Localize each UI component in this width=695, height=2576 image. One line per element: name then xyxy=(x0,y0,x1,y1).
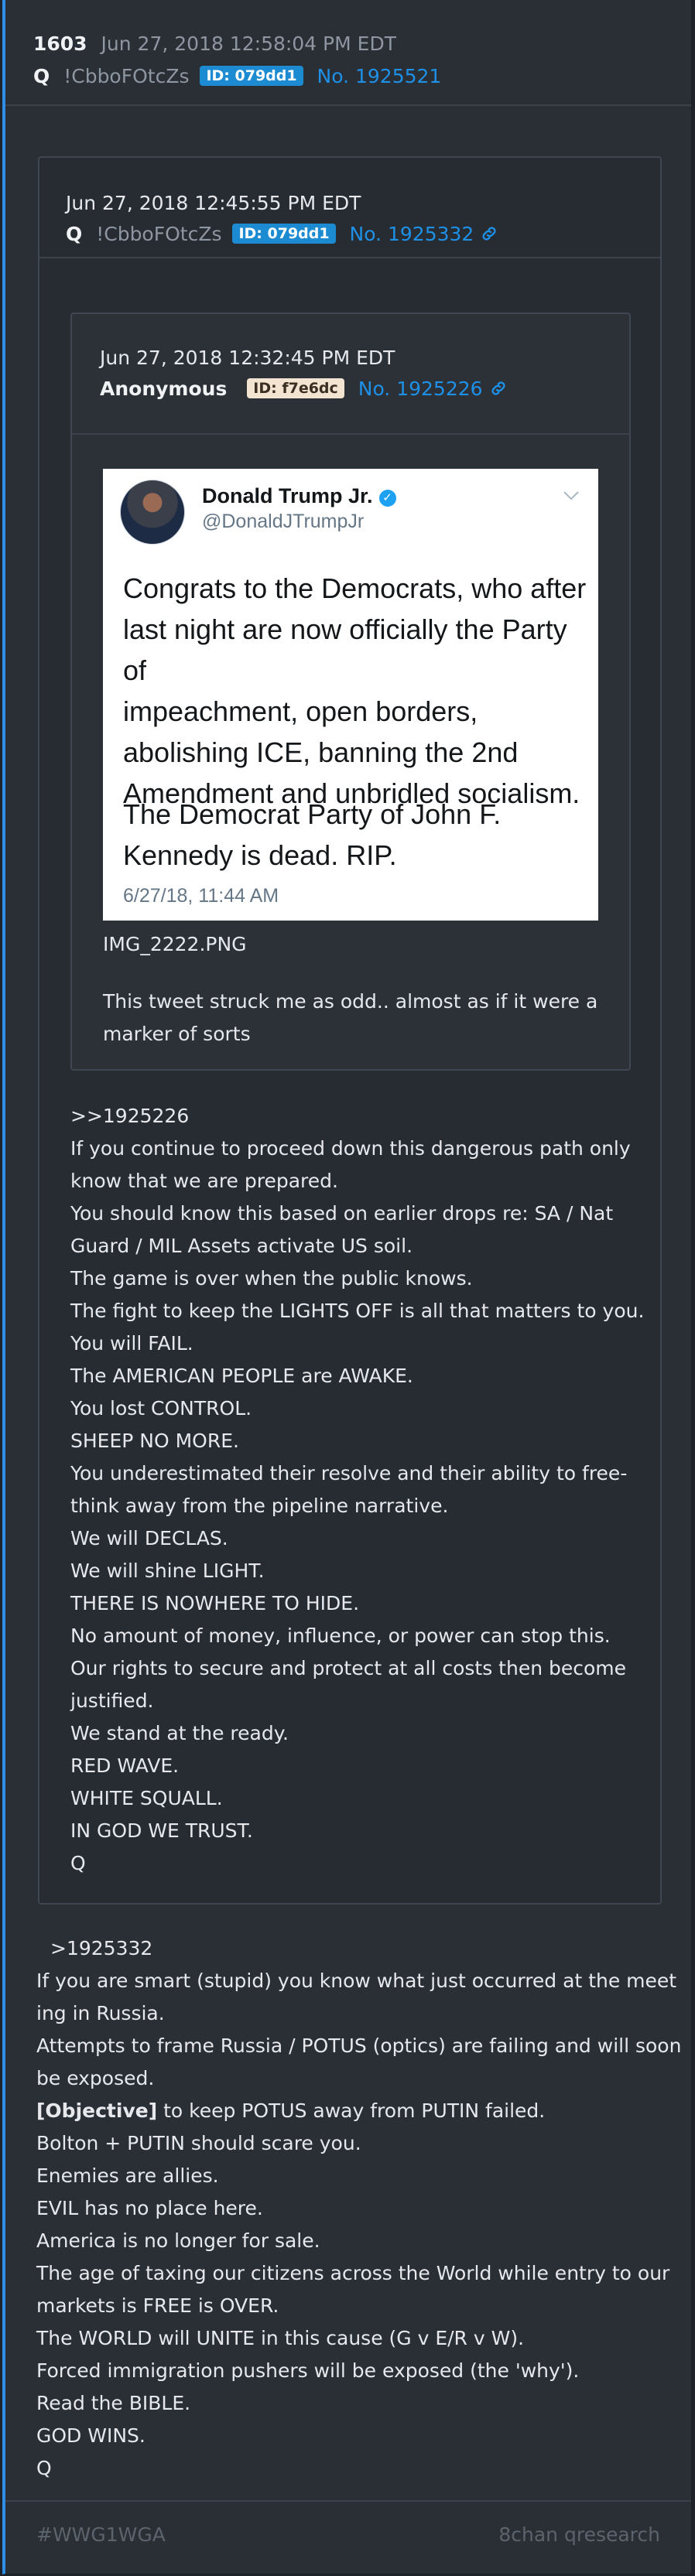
quote1-author-line: Q !CbboFOtcZs ID: 079dd1 No. 1925332 xyxy=(66,223,498,245)
tweet-line: abolishing ICE, banning the 2nd xyxy=(123,736,519,768)
quoted-post-q: Jun 27, 2018 12:45:55 PM EDT Q !CbboFOtc… xyxy=(38,156,662,1905)
quoted-post-anonymous: Jun 27, 2018 12:32:45 PM EDT Anonymous I… xyxy=(70,313,631,1071)
body-line: You should know this based on earlier dr… xyxy=(70,1202,614,1225)
tweet-date: 6/27/18, 11:44 AM xyxy=(123,885,279,907)
post-tripcode: !CbboFOtcZs xyxy=(63,65,190,87)
footer-source: 8chan qresearch xyxy=(498,2523,660,2546)
post-timestamp: Jun 27, 2018 12:58:04 PM EDT xyxy=(101,32,396,55)
body-line: Bolton + PUTIN should scare you. xyxy=(36,2132,361,2154)
body-line: We will shine LIGHT. xyxy=(70,1560,265,1582)
body-line: >>1925226 xyxy=(70,1105,190,1127)
body-line: No amount of money, influence, or power … xyxy=(70,1625,611,1647)
verified-icon: ✓ xyxy=(378,490,396,507)
tweet-line: Congrats to the Democrats, who after xyxy=(123,572,587,604)
tweet-author-name: Donald Trump Jr. xyxy=(202,484,373,507)
body-line: think away from the pipeline narrative. xyxy=(70,1495,449,1517)
body-line: The game is over when the public knows. xyxy=(70,1267,473,1290)
body-line: The fight to keep the LIGHTS OFF is all … xyxy=(70,1300,645,1322)
body-line: Enemies are allies. xyxy=(36,2164,219,2187)
main-body: >1925332 If you are smart (stupid) you k… xyxy=(36,1932,681,2485)
body-line: We will DECLAS. xyxy=(70,1527,228,1549)
quote2-number-link[interactable]: No. 1925226 xyxy=(358,378,483,400)
avatar xyxy=(120,480,185,545)
quote2-body: This tweet struck me as odd.. almost as … xyxy=(103,986,597,1051)
objective-rest: to keep POTUS away from PUTIN failed. xyxy=(157,2099,546,2122)
body-line: justified. xyxy=(70,1689,154,1712)
tweet-image[interactable]: Donald Trump Jr. ✓ @DonaldJTrumpJr Congra… xyxy=(103,469,598,921)
tweet-line: impeachment, open borders, xyxy=(123,695,478,727)
footer-hashtag: #WWG1WGA xyxy=(36,2523,166,2546)
quote2-id-badge[interactable]: ID: f7e6dc xyxy=(247,378,344,398)
body-line: SHEEP NO MORE. xyxy=(70,1430,239,1452)
tweet-line: Kennedy is dead. RIP. xyxy=(123,839,397,871)
chevron-down-icon xyxy=(563,486,580,506)
body-line: If you continue to proceed down this dan… xyxy=(70,1137,631,1160)
body-line: Read the BIBLE. xyxy=(36,2392,191,2414)
post-author-line: Q !CbboFOtcZs ID: 079dd1 No. 1925521 xyxy=(33,65,441,87)
body-line: WHITE SQUALL. xyxy=(70,1787,223,1809)
body-line: be exposed. xyxy=(36,2067,155,2089)
quote1-id-badge[interactable]: ID: 079dd1 xyxy=(232,224,336,244)
quote2-author: Anonymous xyxy=(100,378,228,400)
body-line: Q xyxy=(70,1852,86,1874)
quote2-timestamp: Jun 27, 2018 12:32:45 PM EDT xyxy=(100,347,395,369)
post-number-link[interactable]: No. 1925521 xyxy=(317,65,442,87)
quote1-divider xyxy=(39,257,660,258)
body-line: The AMERICAN PEOPLE are AWAKE. xyxy=(70,1365,413,1387)
body-line: RED WAVE. xyxy=(70,1754,180,1777)
image-filename-link[interactable]: IMG_2222.PNG xyxy=(103,933,247,955)
tweet-text-para2: The Democrat Party of John F. Kennedy is… xyxy=(123,794,587,876)
quote2-author-line: Anonymous ID: f7e6dc No. 1925226 xyxy=(100,378,508,400)
quote1-tripcode: !CbboFOtcZs xyxy=(96,223,222,245)
quote1-timestamp: Jun 27, 2018 12:45:55 PM EDT xyxy=(66,192,361,214)
tweet-text-para1: Congrats to the Democrats, who after las… xyxy=(123,568,587,814)
body-line: The age of taxing our citizens across th… xyxy=(36,2262,670,2284)
body-line: Our rights to secure and protect at all … xyxy=(70,1657,627,1679)
body-line: IN GOD WE TRUST. xyxy=(70,1819,253,1842)
body-line: Attempts to frame Russia / POTUS (optics… xyxy=(36,2034,682,2057)
body-line: GOD WINS. xyxy=(36,2424,146,2447)
tweet-line: The Democrat Party of John F. xyxy=(123,798,502,830)
header-divider xyxy=(5,104,691,106)
body-line: This tweet struck me as odd.. almost as … xyxy=(103,990,598,1013)
body-line: EVIL has no place here. xyxy=(36,2197,263,2219)
body-line: know that we are prepared. xyxy=(70,1170,338,1192)
body-line: ing in Russia. xyxy=(36,2002,165,2024)
post-header: 1603 Jun 27, 2018 12:58:04 PM EDT xyxy=(33,32,396,55)
body-line: If you are smart (stupid) you know what … xyxy=(36,1970,677,1992)
quote2-divider xyxy=(72,433,629,435)
quote1-body: >>1925226 If you continue to proceed dow… xyxy=(70,1100,644,1880)
body-line: America is no longer for sale. xyxy=(36,2229,320,2252)
post-number: 1603 xyxy=(33,32,87,55)
link-icon[interactable] xyxy=(489,378,508,400)
body-line: THERE IS NOWHERE TO HIDE. xyxy=(70,1592,360,1614)
post-author: Q xyxy=(33,65,50,87)
body-line: Forced immigration pushers will be expos… xyxy=(36,2359,580,2382)
objective-line: [Objective] to keep POTUS away from PUTI… xyxy=(36,2095,681,2127)
objective-bold: [Objective] xyxy=(36,2099,158,2122)
body-line: We stand at the ready. xyxy=(70,1722,289,1744)
footer-divider xyxy=(5,2500,691,2502)
quote1-number-link[interactable]: No. 1925332 xyxy=(350,223,474,245)
quote-reference-link[interactable]: >1925332 xyxy=(36,1932,681,1965)
body-line: markets is FREE is OVER. xyxy=(36,2294,279,2317)
tweet-line: last night are now officially the Party … xyxy=(123,613,567,686)
quote1-author: Q xyxy=(66,223,83,245)
body-line: The WORLD will UNITE in this cause (G v … xyxy=(36,2327,525,2349)
body-line: Guard / MIL Assets activate US soil. xyxy=(70,1235,413,1257)
body-line: You lost CONTROL. xyxy=(70,1397,252,1420)
body-line: marker of sorts xyxy=(103,1023,251,1045)
tweet-author-name-line: Donald Trump Jr. ✓ xyxy=(202,484,396,508)
tweet-handle: @DonaldJTrumpJr xyxy=(202,511,365,532)
link-icon[interactable] xyxy=(480,223,498,245)
post-id-badge[interactable]: ID: 079dd1 xyxy=(200,66,303,86)
body-line: You will FAIL. xyxy=(70,1332,193,1355)
body-line: Q xyxy=(36,2457,52,2479)
body-line: You underestimated their resolve and the… xyxy=(70,1462,628,1484)
post-card: 1603 Jun 27, 2018 12:58:04 PM EDT Q !Cbb… xyxy=(2,0,692,2574)
